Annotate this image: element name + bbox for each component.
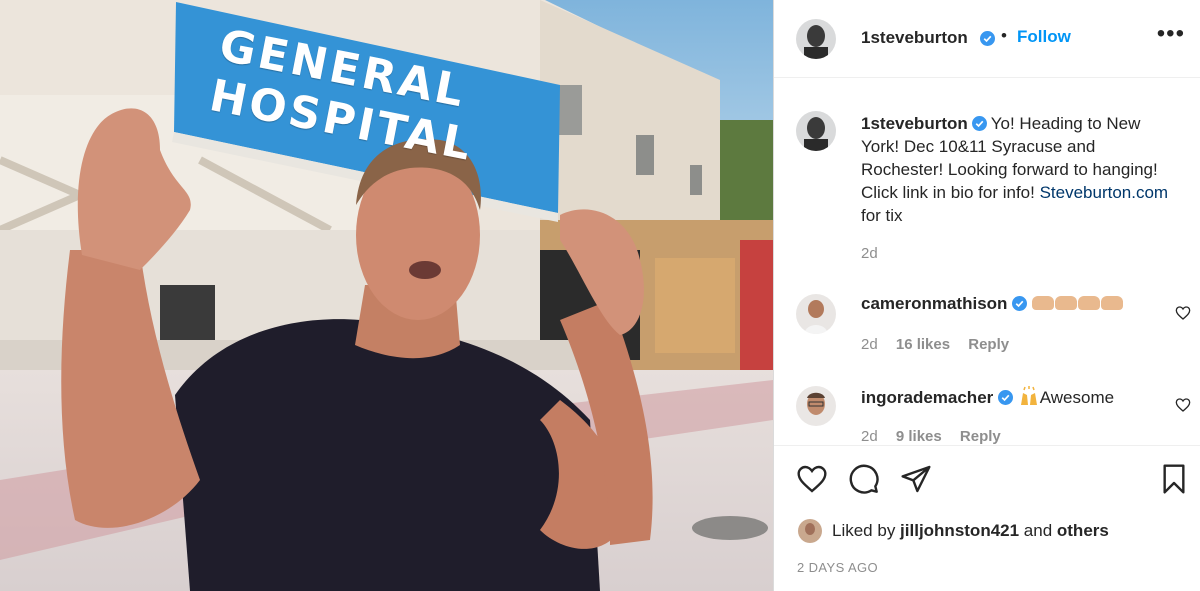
post-header: 1steveburton • Follow ••• <box>774 0 1200 78</box>
author-username[interactable]: 1steveburton <box>861 28 968 48</box>
post-timestamp[interactable]: 2 DAYS AGO <box>797 560 878 575</box>
save-bookmark-icon[interactable] <box>1158 463 1190 495</box>
follow-button[interactable]: Follow <box>1017 27 1071 47</box>
caption-time: 2d <box>861 245 878 262</box>
more-options-icon[interactable]: ••• <box>1157 22 1185 46</box>
comment-bubble-icon[interactable] <box>848 463 880 495</box>
post-video[interactable]: GENERAL HOSPITAL <box>0 0 773 591</box>
commenter-username[interactable]: cameronmathison <box>861 294 1007 313</box>
commenter-avatar[interactable] <box>796 386 836 426</box>
comment-text: ingorademacher Awesome <box>861 386 1114 408</box>
reply-button[interactable]: Reply <box>960 428 1001 444</box>
comment-meta: 2d 9 likes Reply <box>861 428 1015 444</box>
post-actions: Liked by jilljohnston421 and others 2 DA… <box>774 445 1200 591</box>
comment-likes[interactable]: 9 likes <box>896 428 942 444</box>
comment-item: ingorademacher Awesome 2d 9 likes Reply <box>774 386 1200 444</box>
comment-like-icon[interactable] <box>1175 397 1191 413</box>
post-side-panel: 1steveburton • Follow ••• 1steveburton Yo… <box>773 0 1200 591</box>
likes-others-link[interactable]: others <box>1057 521 1109 540</box>
caption-avatar[interactable] <box>796 111 836 151</box>
clapping-hands-emoji-icon <box>1031 294 1124 313</box>
comments-section[interactable]: 1steveburton Yo! Heading to New York! Dec… <box>774 79 1200 444</box>
separator-dot: • <box>1001 26 1007 45</box>
comment-like-icon[interactable] <box>1175 305 1191 321</box>
reply-button[interactable]: Reply <box>968 336 1009 353</box>
comment-meta: 2d 16 likes Reply <box>861 336 1023 353</box>
caption-username[interactable]: 1steveburton <box>861 114 968 133</box>
comment-time: 2d <box>861 428 878 444</box>
caption-text-block: 1steveburton Yo! Heading to New York! Dec… <box>861 112 1181 227</box>
like-heart-icon[interactable] <box>796 463 828 495</box>
caption-link[interactable]: Steveburton.com <box>1040 183 1169 202</box>
verified-badge-icon <box>971 116 987 131</box>
comment-item: cameronmathison 2d 16 likes Reply <box>774 294 1200 374</box>
raising-hands-emoji-icon <box>1020 386 1037 405</box>
comment-time: 2d <box>861 336 878 353</box>
liker-username[interactable]: jilljohnston421 <box>900 521 1019 540</box>
liked-middle: and <box>1019 521 1057 540</box>
verified-badge-icon <box>1012 296 1028 311</box>
comment-body: Awesome <box>1039 388 1115 407</box>
liker-avatar[interactable] <box>798 519 822 543</box>
verified-badge-icon <box>980 31 995 46</box>
liked-prefix: Liked by <box>832 521 901 540</box>
author-avatar[interactable] <box>796 19 836 59</box>
caption-tail: for tix <box>861 206 903 225</box>
commenter-username[interactable]: ingorademacher <box>861 388 993 407</box>
comment-likes[interactable]: 16 likes <box>896 336 950 353</box>
commenter-avatar[interactable] <box>796 294 836 334</box>
share-paper-plane-icon[interactable] <box>900 463 932 495</box>
comment-text: cameronmathison <box>861 294 1124 314</box>
verified-badge-icon <box>998 390 1013 405</box>
